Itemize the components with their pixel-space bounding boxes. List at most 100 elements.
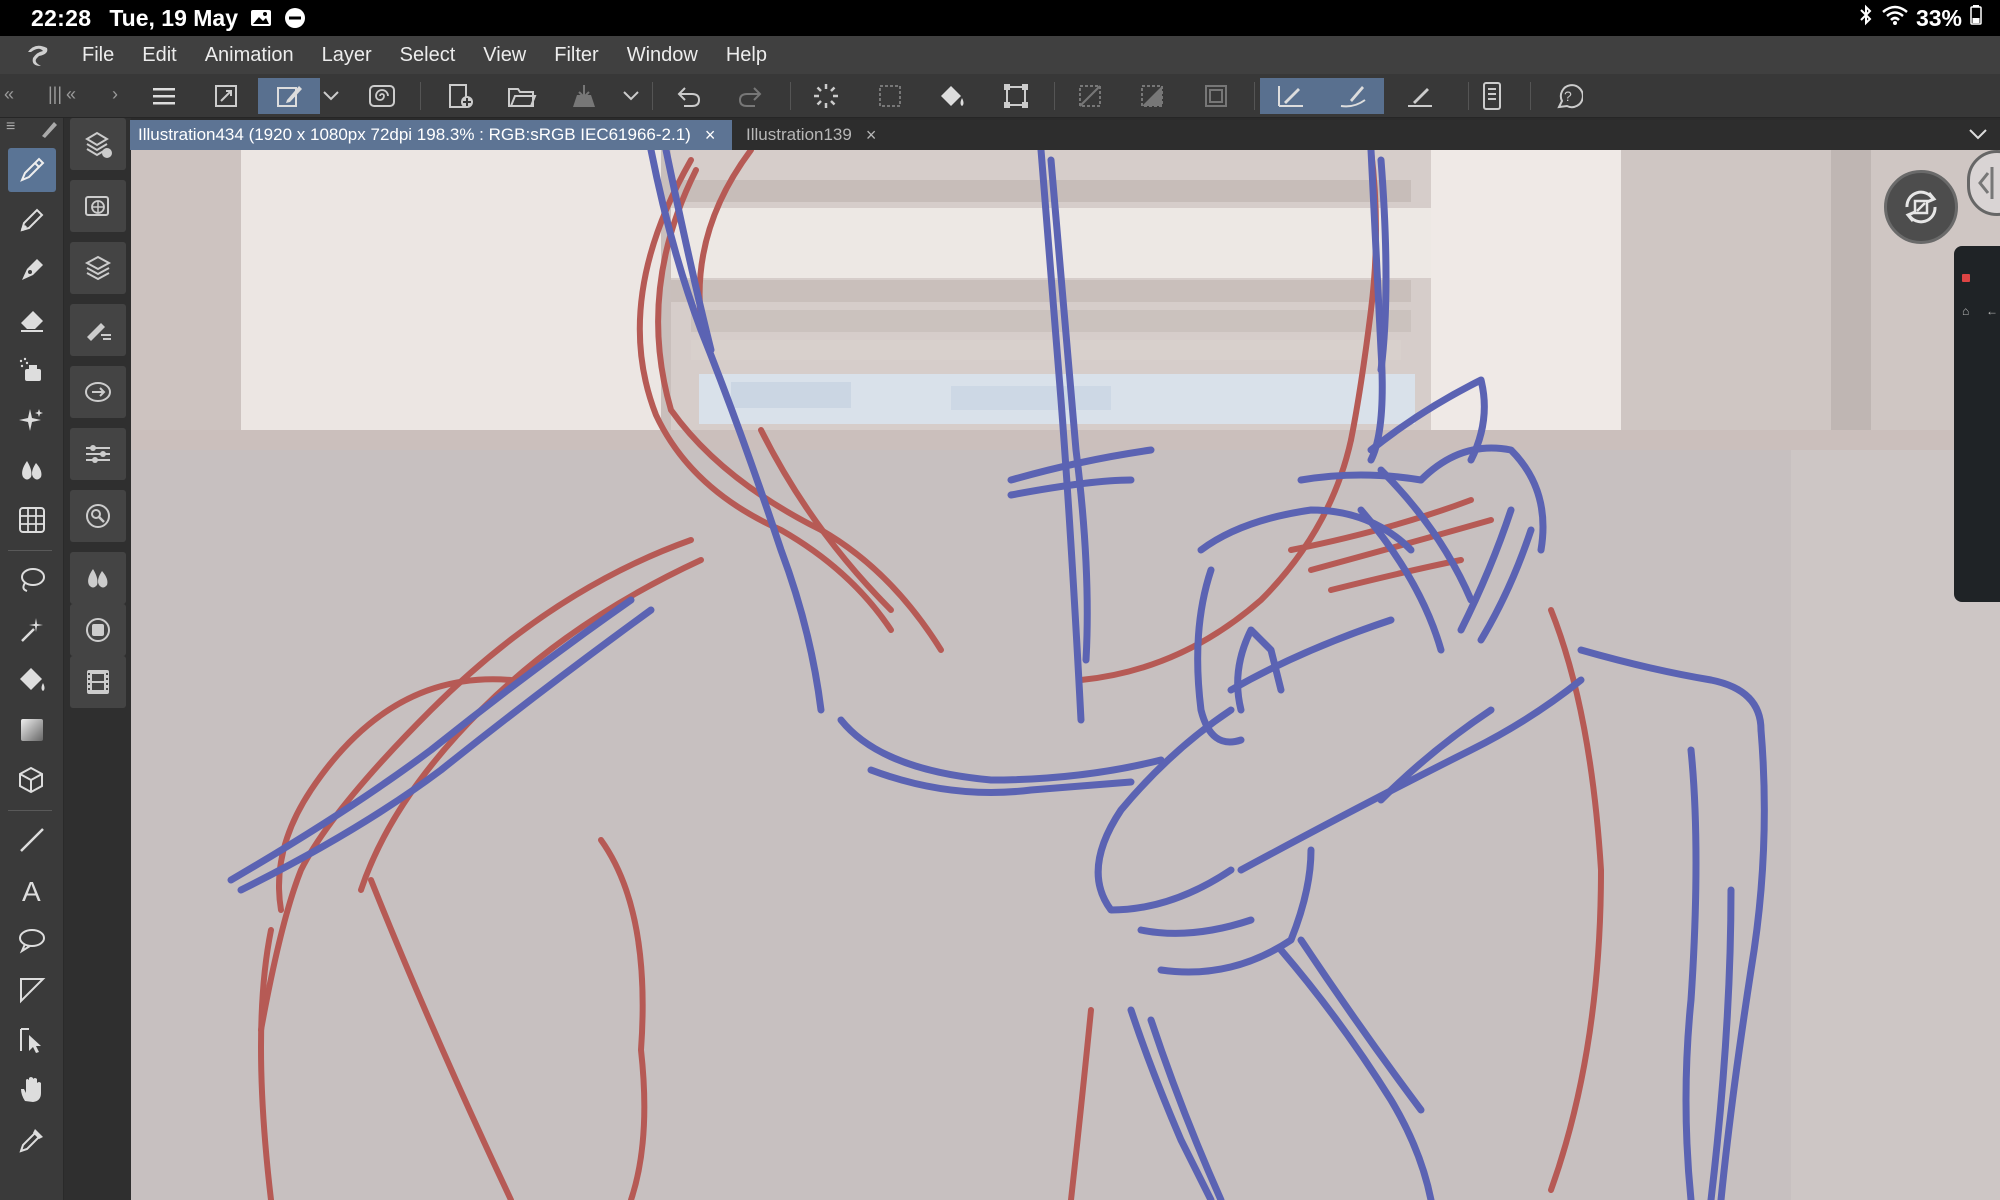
expand-right-icon[interactable]: › [112,84,118,105]
open-folder-icon[interactable] [502,78,542,114]
home-icon[interactable]: ⌂ [1962,304,1969,318]
frame-icon[interactable] [1196,78,1236,114]
save-icon[interactable] [564,78,604,114]
canvas-artwork [131,150,2000,1200]
menu-select[interactable]: Select [400,44,456,67]
eraser-icon[interactable] [8,298,56,342]
new-canvas-icon[interactable] [440,78,480,114]
floating-app-window[interactable]: ⌂ ← [1954,246,2000,602]
menu-help[interactable]: Help [726,44,767,67]
pencil-icon[interactable] [8,198,56,242]
fill-gray-icon[interactable] [1132,78,1172,114]
eyedropper-icon[interactable] [8,1118,56,1162]
side-panel-handle[interactable] [1967,150,2000,216]
edit-mode-icon[interactable] [258,78,320,114]
menu-bar: File Edit Animation Layer Select View Fi… [0,36,2000,74]
menu-file[interactable]: File [82,44,114,67]
collapse-double-left-icon[interactable]: « [66,84,76,105]
separator [420,82,421,110]
menu-animation[interactable]: Animation [205,44,294,67]
rotate-icon [1905,190,1937,224]
text-icon[interactable]: A [8,868,56,912]
fit-view-icon[interactable] [206,78,246,114]
frame-border-icon[interactable] [8,968,56,1012]
status-date: Tue, 19 May [109,4,239,31]
drops-icon[interactable] [70,552,126,604]
gradient-icon[interactable] [8,708,56,752]
svg-text:?: ? [1564,88,1572,104]
brush-stabilize-icon[interactable] [1322,78,1384,114]
3d-cube-icon[interactable] [8,758,56,802]
navigator-icon[interactable] [70,366,126,418]
menu-filter[interactable]: Filter [554,44,598,67]
battery-percent: 33% [1915,4,1962,31]
airbrush-icon[interactable] [8,348,56,392]
hand-icon[interactable] [8,1068,56,1112]
sub-tool-icon[interactable] [70,118,126,170]
deselect-icon[interactable] [870,78,910,114]
ruler-pen-icon[interactable] [1400,78,1440,114]
tab-close-icon[interactable]: × [866,125,877,146]
chevron-left-icon [1978,167,1994,199]
device-icon[interactable] [1472,78,1512,114]
toolbar-menu-icon[interactable]: ≡ [6,118,15,136]
help-icon[interactable]: ? [1548,78,1588,114]
layer-stack-icon[interactable] [70,242,126,294]
tab-close-icon[interactable]: × [705,125,716,146]
color-circle-icon[interactable] [70,604,126,656]
palette-grip-icon[interactable]: ||| [48,84,62,105]
adjust-icon[interactable] [70,428,126,480]
separator [790,82,791,110]
toolbar-separator [8,550,52,551]
pen-icon[interactable] [8,148,56,192]
layers-globe-icon[interactable] [70,180,126,232]
document-tab-row: Illustration434 (1920 x 1080px 72dpi 198… [130,120,2000,150]
tab-illustration139[interactable]: Illustration139 × [738,120,898,150]
app-logo-icon[interactable] [20,37,56,73]
separator [1254,82,1255,110]
balloon-icon[interactable] [8,918,56,962]
back-arrow-icon[interactable]: ← [1986,304,1998,318]
redo-icon[interactable] [731,78,771,114]
collapse-left-icon[interactable]: « [4,84,14,105]
move-icon[interactable] [8,1018,56,1062]
magic-wand-icon[interactable] [8,608,56,652]
toolbar-pen-mini-icon[interactable] [38,118,60,145]
blend-icon[interactable] [8,448,56,492]
chevron-down-icon[interactable] [1968,124,1988,147]
dropdown-arrow-icon[interactable] [316,78,346,114]
separator [652,82,653,110]
clear-icon[interactable] [1070,78,1110,114]
ink-pen-icon[interactable] [8,248,56,292]
hamburger-menu-icon[interactable] [144,78,184,114]
menu-view[interactable]: View [483,44,526,67]
rotate-canvas-button[interactable] [1884,170,1958,244]
menu-edit[interactable]: Edit [142,44,176,67]
drawing-canvas[interactable] [131,150,2000,1200]
gallery-icon [250,7,272,29]
loading-icon[interactable] [806,78,846,114]
lasso-icon[interactable] [8,558,56,602]
spiral-icon[interactable] [362,78,402,114]
tab-illustration434[interactable]: Illustration434 (1920 x 1080px 72dpi 198… [130,120,732,150]
undo-icon[interactable] [668,78,708,114]
fill-icon[interactable] [932,78,972,114]
command-bar: « ||| « › ? [0,74,2000,118]
grid-icon[interactable] [8,498,56,542]
brush-settings-icon[interactable] [70,304,126,356]
bluetooth-icon [1858,4,1874,32]
menu-layer[interactable]: Layer [322,44,372,67]
transform-icon[interactable] [996,78,1036,114]
menu-window[interactable]: Window [627,44,698,67]
status-bar: 22:28 Tue, 19 May 33% [0,0,2000,36]
line-icon[interactable] [8,818,56,862]
svg-text:A: A [22,876,41,905]
pen-stabilize-icon[interactable] [1260,78,1322,114]
sparkle-icon[interactable] [8,398,56,442]
dropdown-arrow-icon[interactable] [616,78,646,114]
dnd-icon [284,7,306,29]
fill-bucket-icon[interactable] [8,658,56,702]
toolbar-separator [8,810,52,811]
film-icon[interactable] [70,656,126,708]
search-icon[interactable] [70,490,126,542]
